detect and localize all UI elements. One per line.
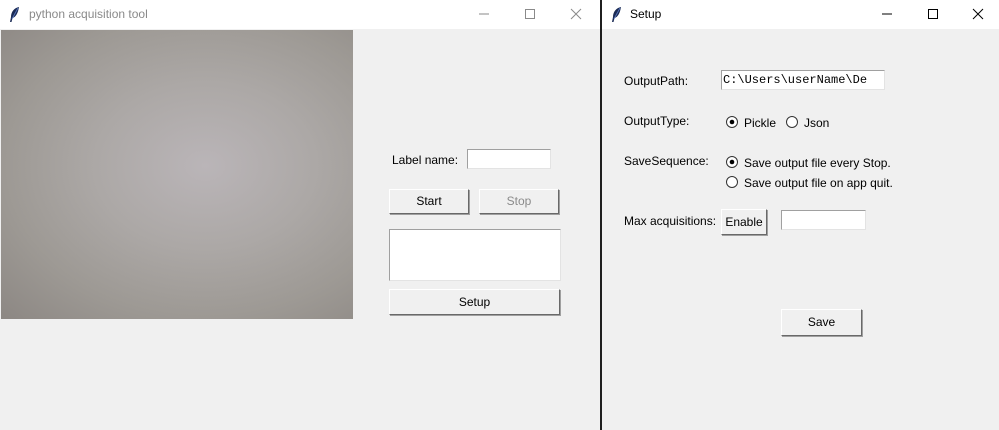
save-button[interactable]: Save	[781, 309, 862, 336]
radio-save-every-stop[interactable]	[726, 156, 738, 168]
output-path-input[interactable]	[721, 70, 885, 90]
max-acquisitions-label: Max acquisitions:	[624, 214, 717, 228]
label-name-input[interactable]	[467, 149, 551, 169]
close-icon	[972, 8, 984, 20]
feather-icon	[612, 7, 621, 22]
window-title: Setup	[630, 7, 662, 21]
minimize-button[interactable]	[864, 0, 910, 29]
setup-titlebar[interactable]: Setup	[602, 0, 999, 29]
maximize-button[interactable]	[507, 0, 553, 29]
enable-button[interactable]: Enable	[721, 209, 767, 235]
close-button[interactable]	[955, 0, 999, 29]
close-button[interactable]	[553, 0, 599, 29]
log-textbox[interactable]	[389, 229, 561, 281]
radio-json-label: Json	[804, 116, 830, 130]
window-title: python acquisition tool	[29, 7, 148, 21]
output-path-label: OutputPath:	[624, 74, 689, 88]
radio-save-on-quit[interactable]	[726, 176, 738, 188]
radio-save-every-stop-label: Save output file every Stop.	[744, 156, 891, 170]
radio-json[interactable]	[786, 116, 798, 128]
start-button[interactable]: Start	[389, 189, 469, 214]
main-window: python acquisition tool Label name: Star…	[0, 0, 600, 430]
save-sequence-label: SaveSequence:	[624, 154, 709, 168]
stop-button[interactable]: Stop	[479, 189, 559, 214]
radio-pickle[interactable]	[726, 116, 738, 128]
minimize-icon	[479, 13, 489, 15]
maximize-icon	[928, 9, 938, 19]
output-type-label: OutputType:	[624, 114, 690, 128]
camera-preview	[1, 30, 353, 319]
main-titlebar[interactable]: python acquisition tool	[0, 0, 600, 29]
radio-save-on-quit-label: Save output file on app quit.	[744, 176, 893, 190]
close-icon	[570, 8, 582, 20]
minimize-button[interactable]	[461, 0, 507, 29]
setup-window: Setup OutputPath: OutputType: Pickle Jso…	[600, 0, 999, 430]
maximize-icon	[525, 9, 535, 19]
feather-icon	[10, 7, 19, 22]
setup-button[interactable]: Setup	[389, 289, 560, 315]
max-acquisitions-input[interactable]	[781, 210, 866, 230]
label-name-label: Label name:	[392, 153, 459, 167]
maximize-button[interactable]	[910, 0, 956, 29]
minimize-icon	[882, 13, 892, 15]
radio-pickle-label: Pickle	[744, 116, 777, 130]
